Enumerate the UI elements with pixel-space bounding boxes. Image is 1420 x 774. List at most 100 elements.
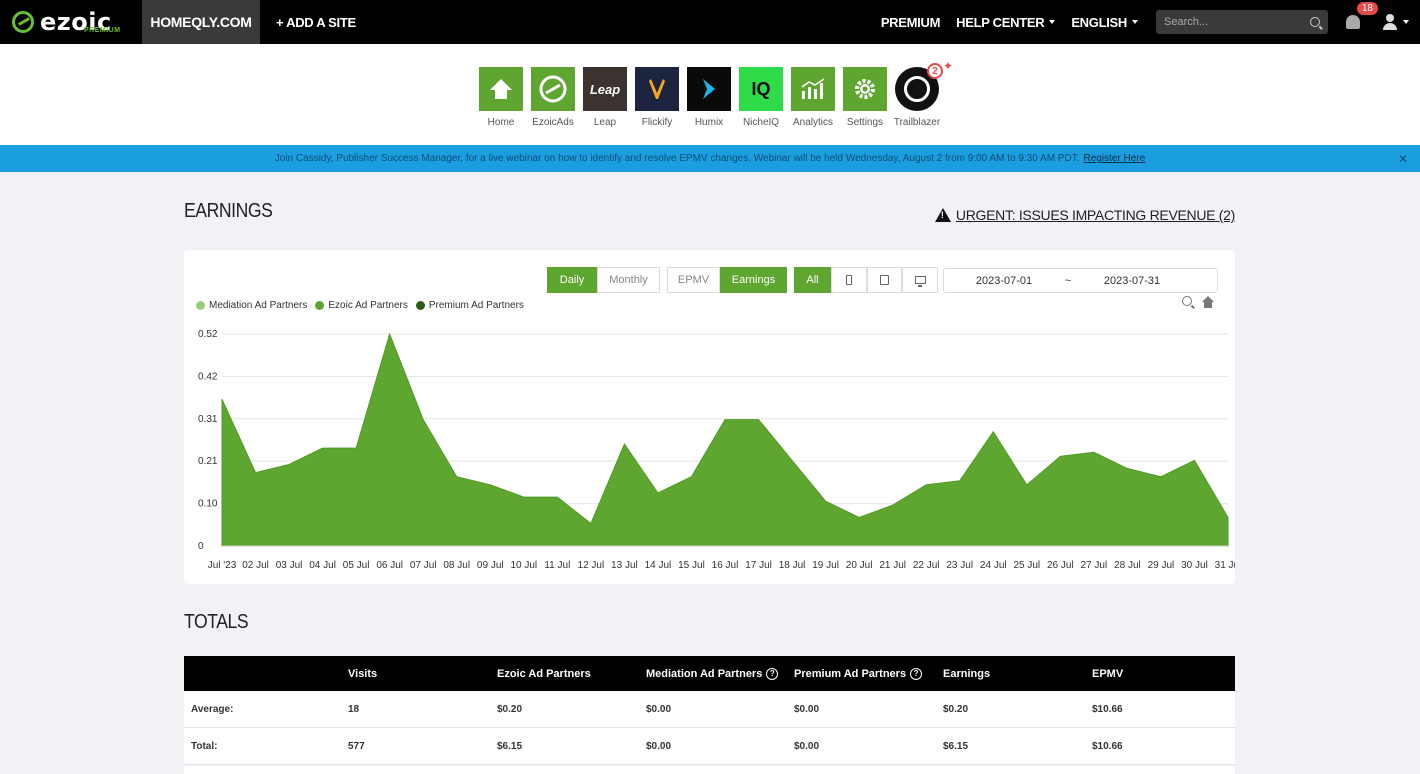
table-cell: $0.00 bbox=[646, 703, 672, 715]
register-link[interactable]: Register Here bbox=[1083, 153, 1145, 164]
app-home[interactable]: Home bbox=[475, 67, 527, 128]
table-cell: $0.00 bbox=[794, 703, 820, 715]
x-tick-label: 25 Jul bbox=[1013, 560, 1040, 571]
webinar-banner: Join Cassidy, Publisher Success Manager,… bbox=[0, 145, 1420, 172]
nicheiq-tile-text: IQ bbox=[751, 78, 771, 99]
sparkle-icon: ✦ bbox=[942, 59, 953, 73]
app-nicheiq[interactable]: IQ NicheIQ bbox=[735, 67, 787, 128]
x-tick-label: 24 Jul bbox=[980, 560, 1007, 571]
x-tick-label: 26 Jul bbox=[1047, 560, 1074, 571]
astronaut-helmet-icon bbox=[904, 76, 930, 102]
chevron-down-icon bbox=[1132, 20, 1138, 24]
top-nav-bar: ezoic PREMIUM HOMEQLY.COM + ADD A SITE P… bbox=[0, 0, 1420, 44]
table-cell: $6.15 bbox=[943, 740, 969, 752]
table-cell: $6.15 bbox=[497, 740, 523, 752]
top-nav-right: PREMIUM HELP CENTER ENGLISH 18 bbox=[881, 0, 1420, 44]
premium-label: PREMIUM bbox=[880, 14, 941, 30]
column-header: Mediation Ad Partners? bbox=[646, 667, 794, 680]
app-settings[interactable]: Settings bbox=[839, 67, 891, 128]
x-tick-label: 04 Jul bbox=[309, 560, 336, 571]
close-icon[interactable]: ✕ bbox=[1398, 152, 1408, 166]
app-ezoicads[interactable]: EzoicAds bbox=[527, 67, 579, 128]
leap-icon: Leap bbox=[583, 67, 627, 111]
earnings-chart-card: Daily Monthly EPMV Earnings All 2023-07-… bbox=[184, 250, 1235, 584]
table-cell: Total: bbox=[191, 740, 218, 752]
help-icon[interactable]: ? bbox=[766, 667, 779, 680]
column-header: Premium Ad Partners? bbox=[794, 667, 943, 680]
app-humix[interactable]: Humix bbox=[683, 67, 735, 128]
chevron-down-icon bbox=[1049, 20, 1056, 24]
x-tick-label: 28 Jul bbox=[1114, 560, 1141, 571]
earnings-area-chart: 0 0.10 0.21 0.31 0.42 0.52 Jul '23 02 Jul 03 Jul… bbox=[198, 329, 1235, 571]
app-label: Leap bbox=[593, 117, 617, 128]
x-tick-label: 15 Jul bbox=[678, 560, 705, 571]
y-tick-label: 0.10 bbox=[198, 499, 218, 510]
x-tick-label: 09 Jul bbox=[477, 560, 504, 571]
earnings-title: EARNINGS bbox=[184, 200, 273, 222]
help-icon[interactable]: ? bbox=[910, 667, 923, 680]
leap-tile-text: Leap bbox=[589, 81, 621, 97]
table-header: Visits Ezoic Ad Partners Mediation Ad Pa… bbox=[184, 656, 1235, 691]
ezoic-logo[interactable]: ezoic PREMIUM bbox=[0, 0, 142, 44]
app-label: Flickify bbox=[641, 117, 673, 128]
app-flickify[interactable]: Flickify bbox=[631, 67, 683, 128]
table-cell: $10.66 bbox=[1092, 740, 1123, 752]
x-tick-label: 29 Jul bbox=[1148, 560, 1175, 571]
ezoicads-icon bbox=[531, 67, 575, 111]
analytics-icon bbox=[791, 67, 835, 111]
table-row: Total: 577 $6.15 $0.00 $0.00 $6.15 $10.6… bbox=[184, 728, 1235, 765]
y-tick-label: 0.42 bbox=[198, 371, 218, 382]
home-icon bbox=[479, 67, 523, 111]
warning-icon bbox=[934, 208, 951, 222]
search-icon[interactable] bbox=[1310, 17, 1320, 27]
table-cell: $0.00 bbox=[646, 740, 672, 752]
premium-link[interactable]: PREMIUM bbox=[880, 14, 941, 30]
table-cell: $0.00 bbox=[794, 740, 820, 752]
app-trailblazer[interactable]: 2 ✦ Trailblazer bbox=[891, 59, 953, 128]
language-label: ENGLISH bbox=[1071, 14, 1127, 30]
chevron-down-icon bbox=[1403, 20, 1409, 24]
horizontal-scrollbar[interactable] bbox=[184, 766, 1235, 774]
language-menu[interactable]: ENGLISH bbox=[1071, 15, 1138, 30]
x-tick-label: 31 Jul bbox=[1215, 560, 1235, 571]
x-tick-label: 10 Jul bbox=[510, 560, 537, 571]
x-tick-label: Jul '23 bbox=[208, 560, 237, 571]
help-center-menu[interactable]: HELP CENTER bbox=[956, 14, 1056, 30]
x-tick-label: 11 Jul bbox=[544, 560, 570, 571]
x-tick-label: 27 Jul bbox=[1081, 560, 1108, 571]
x-tick-label: 02 Jul bbox=[242, 560, 269, 571]
app-label: Humix bbox=[694, 117, 724, 128]
y-tick-label: 0.31 bbox=[198, 414, 218, 425]
x-tick-label: 12 Jul bbox=[578, 560, 605, 571]
help-center-label: HELP CENTER bbox=[956, 14, 1045, 30]
app-leap[interactable]: Leap Leap bbox=[579, 67, 631, 128]
x-tick-label: 05 Jul bbox=[343, 560, 370, 571]
search-input[interactable] bbox=[1164, 16, 1310, 28]
trailblazer-icon: 2 ✦ bbox=[895, 59, 953, 111]
table-cell: Average: bbox=[191, 703, 234, 715]
column-header: EPMV bbox=[1092, 667, 1124, 680]
add-site-link[interactable]: + ADD A SITE bbox=[276, 15, 356, 30]
y-tick-label: 0.52 bbox=[198, 329, 218, 340]
urgent-issues-link[interactable]: URGENT: ISSUES IMPACTING REVENUE (2) bbox=[934, 207, 1235, 223]
app-label: Trailblazer bbox=[893, 117, 941, 128]
app-label: Settings bbox=[846, 117, 884, 128]
nicheiq-icon: IQ bbox=[739, 67, 783, 111]
x-tick-label: 20 Jul bbox=[846, 560, 873, 571]
app-label: EzoicAds bbox=[532, 117, 574, 128]
notifications-button[interactable]: 18 bbox=[1342, 2, 1378, 33]
x-tick-label: 16 Jul bbox=[712, 560, 739, 571]
x-tick-label: 17 Jul bbox=[745, 560, 772, 571]
x-tick-label: 08 Jul bbox=[443, 560, 470, 571]
column-header: Ezoic Ad Partners bbox=[497, 667, 591, 680]
user-menu[interactable] bbox=[1382, 14, 1412, 30]
humix-icon bbox=[687, 67, 731, 111]
table-cell: $0.20 bbox=[943, 703, 969, 715]
user-icon bbox=[1382, 14, 1398, 30]
site-selector[interactable]: HOMEQLY.COM bbox=[142, 0, 260, 44]
x-tick-label: 13 Jul bbox=[611, 560, 638, 571]
app-launcher-bar: Home EzoicAds Leap Leap Flickify Humix I… bbox=[0, 44, 1420, 145]
app-analytics[interactable]: Analytics bbox=[787, 67, 839, 128]
app-label: Analytics bbox=[792, 117, 833, 128]
totals-title: TOTALS bbox=[184, 611, 249, 633]
